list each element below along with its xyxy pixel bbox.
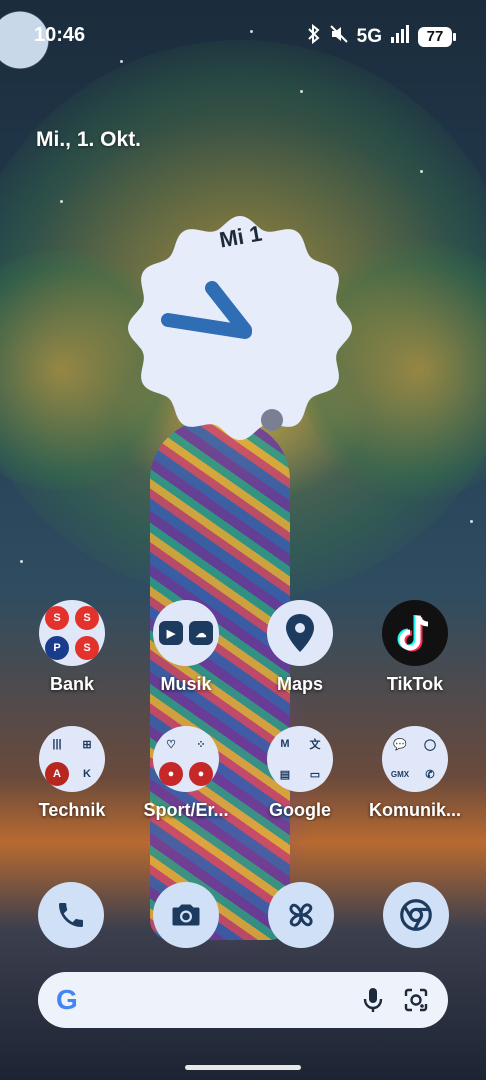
wallet-icon: ▭ — [303, 762, 327, 786]
signal-icon — [390, 25, 410, 49]
date-widget[interactable]: Mi., 1. Okt. — [36, 128, 141, 152]
translate-icon: 文 — [303, 732, 327, 756]
maps-icon — [267, 600, 333, 666]
phone-icon — [59, 903, 83, 927]
k-app-icon: K — [75, 762, 99, 786]
camera-icon — [172, 904, 200, 926]
chrome-icon — [400, 899, 432, 931]
folder-kommunikation[interactable]: 💬 ◯ GMX ✆ Komunik... — [365, 726, 465, 821]
heart-icon: ♡ — [159, 732, 183, 756]
app-label: Bank — [49, 674, 94, 694]
sport-team-alt-icon: ● — [189, 762, 213, 786]
clock-face: Mi 1 — [128, 216, 352, 440]
folder-sport[interactable]: ♡ ⁘ ● ● Sport/Er... — [136, 726, 236, 821]
app-tiktok[interactable]: TikTok — [365, 600, 465, 695]
mute-icon — [329, 24, 349, 50]
folder-musik-icon: ▶ ☁ — [153, 600, 219, 666]
google-logo-icon: G — [56, 984, 78, 1015]
signal-app-icon: ◯ — [418, 732, 442, 756]
camera-button[interactable] — [153, 882, 219, 948]
sparkasse-icon: S — [45, 606, 69, 630]
whatsapp-icon: ✆ — [418, 762, 442, 786]
gmx-icon: GMX — [388, 762, 412, 786]
gesture-nav-handle[interactable] — [185, 1065, 301, 1070]
app-label: Technik — [38, 800, 106, 820]
bluetooth-icon — [307, 23, 321, 50]
folder-technik-icon: ||| ⊞ A K — [39, 726, 105, 792]
sparkasse-tan-icon: S — [75, 636, 99, 660]
youtube-icon: ▶ — [159, 621, 183, 645]
tiktok-icon — [382, 600, 448, 666]
sparkasse-alt-icon: S — [75, 606, 99, 630]
messages-icon: 💬 — [388, 732, 412, 756]
app-label: Maps — [276, 674, 323, 694]
pdf-icon: A — [45, 762, 69, 786]
folder-sport-icon: ♡ ⁘ ● ● — [153, 726, 219, 792]
pinwheel-icon — [289, 903, 313, 927]
battery-level: 77 — [418, 27, 456, 47]
soundcloud-icon: ☁ — [189, 621, 213, 645]
status-icons: 5G 77 — [307, 23, 456, 50]
folder-musik[interactable]: ▶ ☁ Musik — [136, 600, 236, 695]
status-time: 10:46 — [34, 24, 86, 46]
app-label: Google — [269, 800, 331, 820]
paypal-icon: P — [45, 636, 69, 660]
pinwheel-button[interactable] — [268, 882, 334, 948]
docs-icon: ▤ — [273, 762, 297, 786]
phone-button[interactable] — [38, 882, 104, 948]
mic-icon[interactable] — [362, 986, 384, 1019]
status-bar: 10:46 5G 77 — [0, 0, 486, 72]
folder-google[interactable]: M 文 ▤ ▭ Google — [250, 726, 350, 821]
clock-second-dot — [261, 409, 283, 431]
app-label: Musik — [160, 674, 212, 694]
grid-icon: ⊞ — [75, 732, 99, 756]
app-label: Komunik... — [368, 800, 461, 820]
app-maps[interactable]: Maps — [250, 600, 350, 695]
sound-wave-icon: ||| — [45, 732, 69, 756]
google-search-bar[interactable]: G — [38, 972, 448, 1028]
gmail-icon: M — [273, 732, 297, 756]
folder-google-icon: M 文 ▤ ▭ — [267, 726, 333, 792]
dots-icon: ⁘ — [189, 732, 213, 756]
sport-team-icon: ● — [159, 762, 183, 786]
clock-widget[interactable]: Mi 1 — [120, 208, 360, 448]
folder-kommunikation-icon: 💬 ◯ GMX ✆ — [382, 726, 448, 792]
folder-bank-icon: S S P S — [39, 600, 105, 666]
network-type: 5G — [356, 26, 382, 47]
app-label: Sport/Er... — [143, 800, 229, 820]
app-label: TikTok — [386, 674, 444, 694]
lens-icon[interactable] — [402, 986, 430, 1019]
folder-bank[interactable]: S S P S Bank — [22, 600, 122, 695]
folder-technik[interactable]: ||| ⊞ A K Technik — [22, 726, 122, 821]
chrome-button[interactable] — [383, 882, 449, 948]
